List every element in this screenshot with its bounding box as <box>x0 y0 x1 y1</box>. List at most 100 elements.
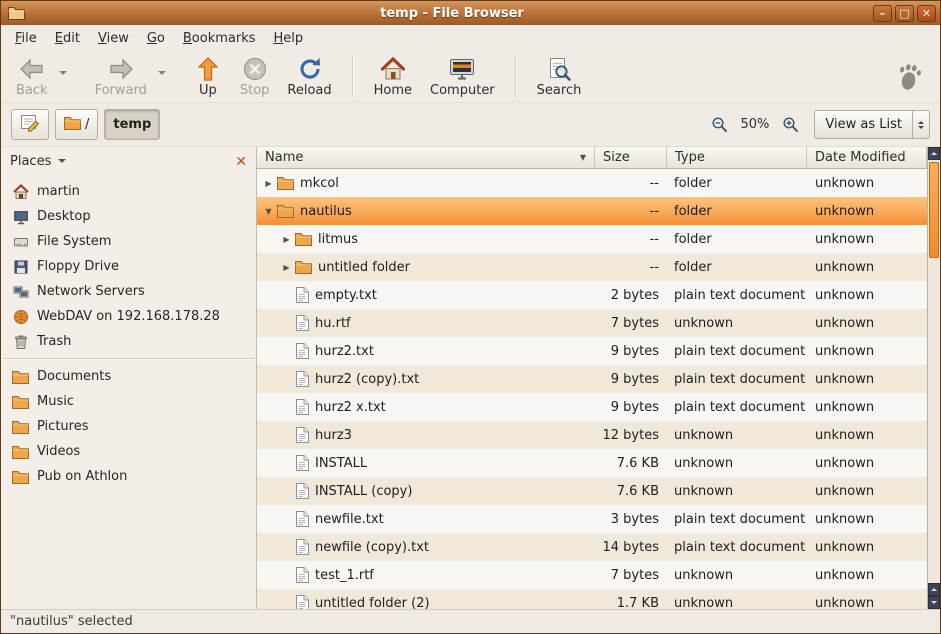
menu-view[interactable]: View <box>90 28 137 49</box>
cell-date-modified: unknown <box>807 561 927 589</box>
places-selector-button[interactable]: Places <box>10 154 66 169</box>
sidebar-item-documents[interactable]: Documents <box>1 364 256 389</box>
forward-icon <box>107 56 135 83</box>
back-button[interactable]: Back <box>7 54 57 100</box>
menu-bookmarks[interactable]: Bookmarks <box>175 28 264 49</box>
column-header-size[interactable]: Size <box>595 147 667 169</box>
sidebar-item-music[interactable]: Music <box>1 389 256 414</box>
column-header-label: Date Modified <box>815 150 906 165</box>
cell-type: unknown <box>667 421 807 449</box>
scrollbar-thumb[interactable] <box>929 162 939 258</box>
column-header-date-modified[interactable]: Date Modified <box>807 147 927 169</box>
cell-date-modified: unknown <box>807 253 927 281</box>
sidebar-item-videos[interactable]: Videos <box>1 439 256 464</box>
column-header-name[interactable]: Name▼ <box>257 147 595 169</box>
file-list-area: Name▼SizeType Date Modified ▶mkcol--folde… <box>257 147 940 609</box>
menu-file[interactable]: File <box>7 28 45 49</box>
home-button[interactable]: Home <box>365 54 421 100</box>
vertical-scrollbar[interactable] <box>927 147 940 609</box>
file-row[interactable]: ▼nautilus--folderunknown <box>257 197 927 225</box>
sidebar-item-desktop[interactable]: Desktop <box>1 204 256 229</box>
file-row[interactable]: ▶untitled folder--folderunknown <box>257 253 927 281</box>
cell-date-modified: unknown <box>807 589 927 609</box>
file-row[interactable]: newfile.txt3 bytesplain text documentunk… <box>257 505 927 533</box>
sidebar-item-floppy-drive[interactable]: Floppy Drive <box>1 254 256 279</box>
cell-date-modified: unknown <box>807 281 927 309</box>
file-row[interactable]: INSTALL (copy)7.6 KBunknownunknown <box>257 477 927 505</box>
zoom-in-button[interactable] <box>779 114 802 135</box>
sidebar-item-martin[interactable]: martin <box>1 179 256 204</box>
scroll-down-button[interactable] <box>928 596 940 609</box>
file-row[interactable]: hu.rtf7 bytesunknownunknown <box>257 309 927 337</box>
titlebar[interactable]: temp - File Browser – □ ✕ <box>1 1 940 25</box>
up-icon <box>196 56 220 83</box>
cell-type: unknown <box>667 589 807 609</box>
path-button-current[interactable]: temp <box>104 109 160 140</box>
file-row[interactable]: ▶litmus--folderunknown <box>257 225 927 253</box>
sidebar-item-label: Videos <box>37 444 80 459</box>
computer-button[interactable]: Computer <box>421 54 504 100</box>
file-row[interactable]: empty.txt2 bytesplain text documentunkno… <box>257 281 927 309</box>
sidebar-item-pictures[interactable]: Pictures <box>1 414 256 439</box>
file-name: hurz2 x.txt <box>315 400 386 415</box>
file-row[interactable]: INSTALL7.6 KBunknownunknown <box>257 449 927 477</box>
path-button-root[interactable]: / <box>55 109 98 140</box>
forward-history-dropdown-button[interactable] <box>156 59 169 95</box>
toggle-location-entry-button[interactable] <box>11 109 49 140</box>
menu-edit[interactable]: Edit <box>47 28 88 49</box>
file-row[interactable]: hurz2 x.txt9 bytesplain text documentunk… <box>257 393 927 421</box>
column-header-type[interactable]: Type <box>667 147 807 169</box>
close-button[interactable]: ✕ <box>917 5 936 22</box>
file-row[interactable]: ▶mkcol--folderunknown <box>257 169 927 197</box>
scroll-up-button[interactable] <box>928 147 940 160</box>
cell-name: INSTALL (copy) <box>257 477 595 505</box>
cell-name: newfile.txt <box>257 505 595 533</box>
search-button[interactable]: Search <box>528 54 591 100</box>
cell-type: folder <box>667 169 807 197</box>
expander-collapsed-icon[interactable]: ▶ <box>279 263 294 272</box>
zoom-out-button[interactable] <box>708 114 731 135</box>
up-button[interactable]: Up <box>185 54 231 100</box>
toolbar-button-label: Stop <box>240 83 270 98</box>
cell-size: 3 bytes <box>595 505 667 533</box>
file-icon <box>295 455 309 471</box>
file-row[interactable]: untitled folder (2)1.7 KBunknownunknown <box>257 589 927 609</box>
forward-button[interactable]: Forward <box>86 54 156 100</box>
close-sidebar-button[interactable]: ✕ <box>235 155 247 169</box>
back-history-dropdown-button[interactable] <box>57 59 70 95</box>
window-title: temp - File Browser <box>31 6 873 21</box>
file-row[interactable]: hurz2.txt9 bytesplain text documentunkno… <box>257 337 927 365</box>
cell-date-modified: unknown <box>807 365 927 393</box>
scroll-up-button-secondary[interactable] <box>928 583 940 596</box>
scrollbar-track[interactable] <box>928 260 940 583</box>
menu-help[interactable]: Help <box>266 28 312 49</box>
folder-icon <box>12 370 29 384</box>
cell-date-modified: unknown <box>807 225 927 253</box>
cell-size: 7 bytes <box>595 561 667 589</box>
expander-collapsed-icon[interactable]: ▶ <box>279 235 294 244</box>
sidebar-title: Places <box>10 154 51 169</box>
expander-collapsed-icon[interactable]: ▶ <box>261 179 276 188</box>
toolbar-button-label: Back <box>16 83 48 98</box>
cell-size: -- <box>595 169 667 197</box>
view-as-select[interactable]: View as List <box>814 110 930 139</box>
file-row[interactable]: test_1.rtf7 bytesunknownunknown <box>257 561 927 589</box>
reload-button[interactable]: Reload <box>278 54 340 100</box>
folder-icon <box>12 445 29 459</box>
sidebar-item-trash[interactable]: Trash <box>1 329 256 354</box>
file-row[interactable]: hurz312 bytesunknownunknown <box>257 421 927 449</box>
file-row[interactable]: newfile (copy).txt14 bytesplain text doc… <box>257 533 927 561</box>
expander-expanded-icon[interactable]: ▼ <box>261 207 276 216</box>
sidebar-item-network-servers[interactable]: Network Servers <box>1 279 256 304</box>
file-row[interactable]: hurz2 (copy).txt9 bytesplain text docume… <box>257 365 927 393</box>
folder-icon <box>12 395 29 409</box>
maximize-button[interactable]: □ <box>895 5 914 22</box>
minimize-button[interactable]: – <box>873 5 892 22</box>
file-name: hurz2.txt <box>315 344 374 359</box>
sidebar-item-webdav-on-192-168-178-28[interactable]: WebDAV on 192.168.178.28 <box>1 304 256 329</box>
file-name: untitled folder (2) <box>315 596 430 610</box>
sidebar-item-file-system[interactable]: File System <box>1 229 256 254</box>
stop-button[interactable]: Stop <box>231 54 279 100</box>
sidebar-item-pub-on-athlon[interactable]: Pub on Athlon <box>1 464 256 489</box>
menu-go[interactable]: Go <box>139 28 173 49</box>
